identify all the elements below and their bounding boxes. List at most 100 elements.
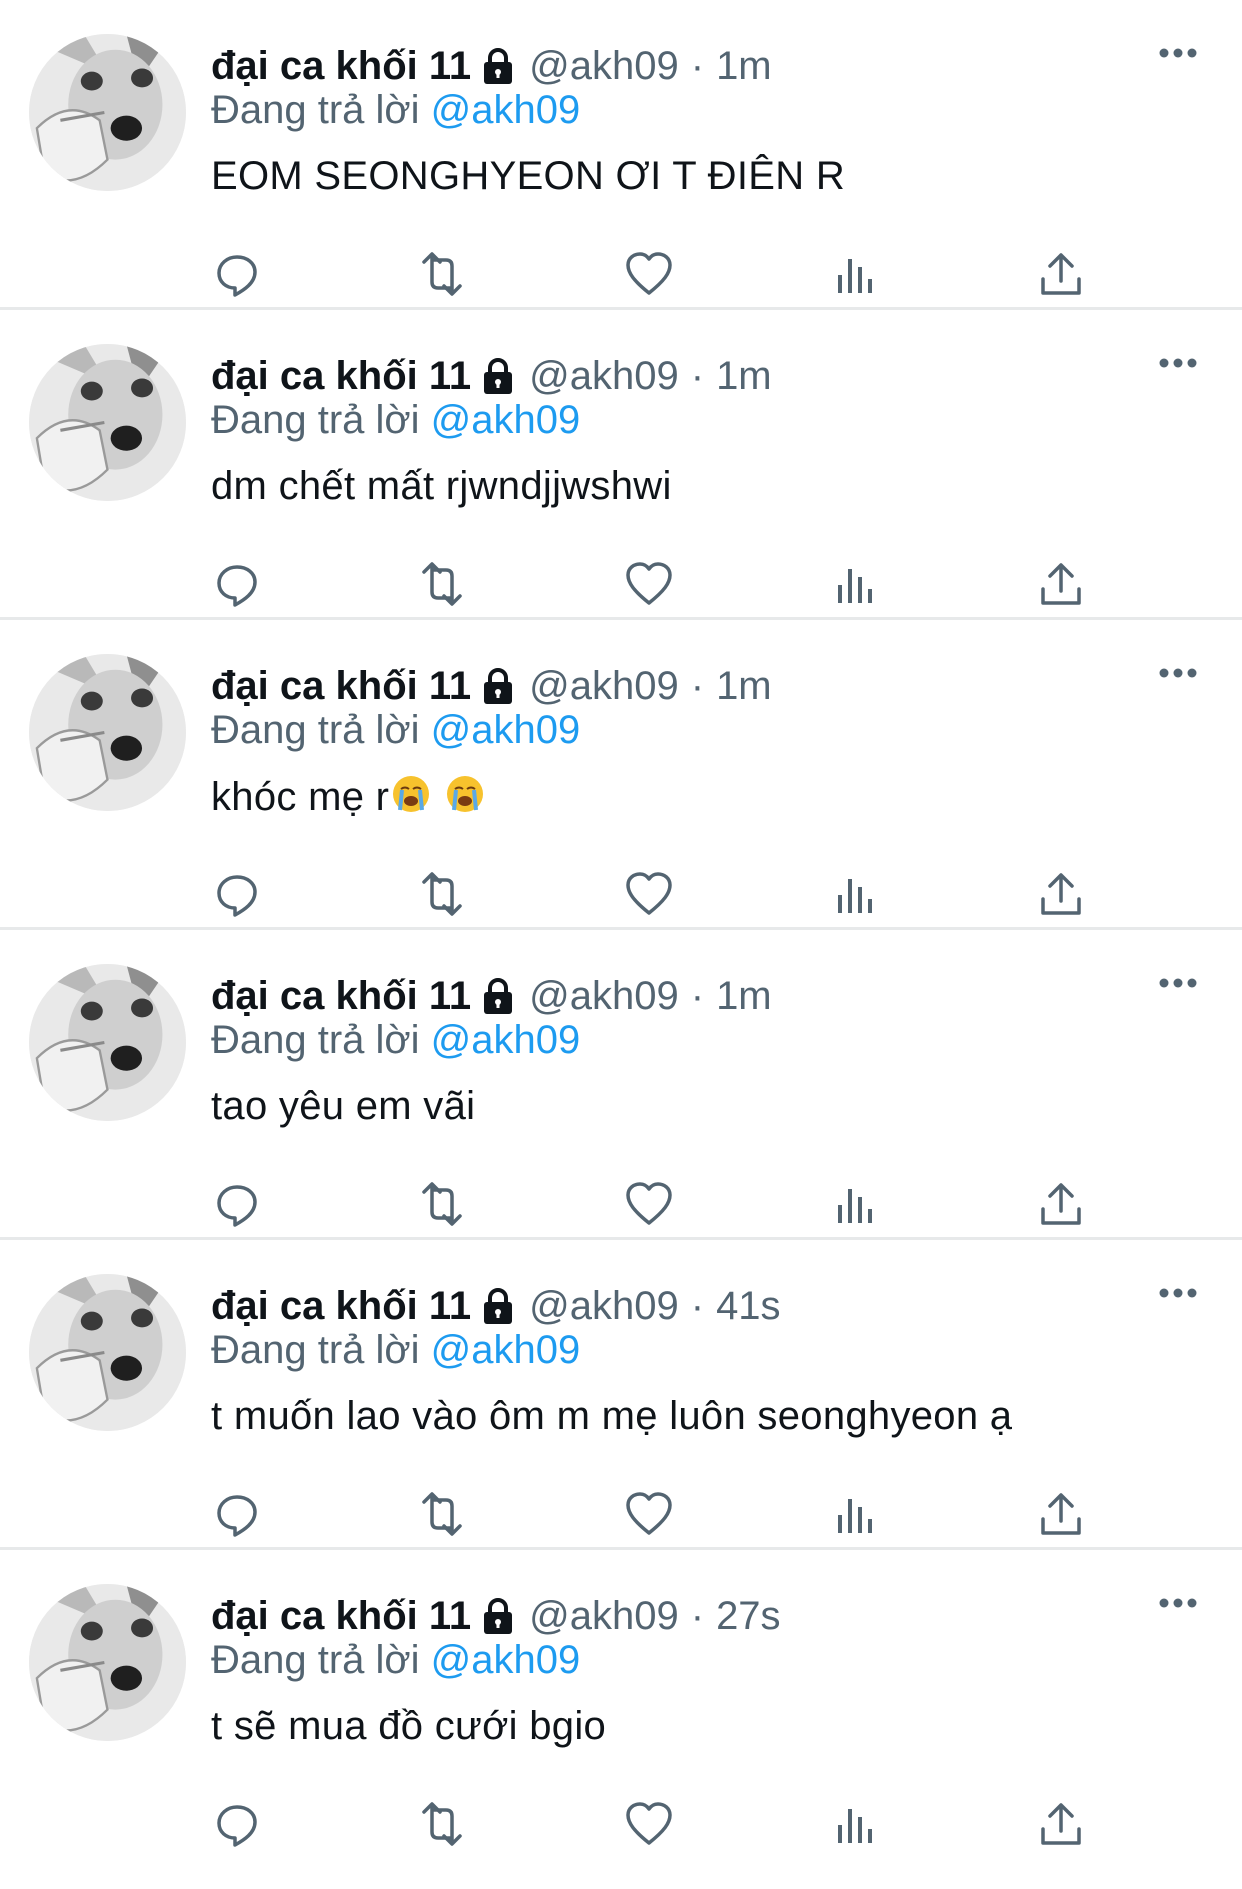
heart-icon[interactable] bbox=[621, 556, 677, 612]
timestamp[interactable]: 1m bbox=[716, 664, 772, 709]
handle[interactable]: @akh09 bbox=[529, 974, 679, 1019]
reply-icon[interactable] bbox=[209, 556, 265, 612]
share-icon[interactable] bbox=[1033, 1176, 1089, 1232]
timestamp[interactable]: 1m bbox=[716, 354, 772, 399]
loudly-crying-face-icon bbox=[445, 774, 485, 824]
tweet-text: tao yêu em vãi bbox=[211, 1084, 476, 1128]
timestamp[interactable]: 41s bbox=[716, 1284, 781, 1329]
reply-icon[interactable] bbox=[209, 1486, 265, 1542]
reply-prefix: Đang trả lời bbox=[211, 708, 420, 752]
reply-prefix: Đang trả lời bbox=[211, 398, 420, 442]
timestamp[interactable]: 27s bbox=[716, 1594, 781, 1639]
retweet-icon[interactable] bbox=[414, 246, 470, 302]
avatar[interactable] bbox=[29, 654, 186, 811]
more-horizontal-icon[interactable] bbox=[1158, 356, 1198, 374]
reply-prefix: Đang trả lời bbox=[211, 1328, 420, 1372]
reply-mention-link[interactable]: @akh09 bbox=[431, 1328, 581, 1372]
timeline: đại ca khối 11 @akh09 · 1m Đang trả lời … bbox=[0, 0, 1242, 1870]
tweet-actions bbox=[0, 866, 1242, 926]
tweet[interactable]: đại ca khối 11 @akh09 · 27s Đang trả lời… bbox=[0, 1550, 1242, 1870]
reply-prefix: Đang trả lời bbox=[211, 1018, 420, 1062]
lock-icon bbox=[481, 47, 515, 85]
share-icon[interactable] bbox=[1033, 1486, 1089, 1542]
reply-icon[interactable] bbox=[209, 1176, 265, 1232]
separator-dot: · bbox=[690, 43, 705, 88]
views-icon[interactable] bbox=[828, 246, 884, 302]
handle[interactable]: @akh09 bbox=[529, 1284, 679, 1329]
handle[interactable]: @akh09 bbox=[529, 664, 679, 709]
tweet[interactable]: đại ca khối 11 @akh09 · 1m Đang trả lời … bbox=[0, 620, 1242, 930]
heart-icon[interactable] bbox=[621, 1176, 677, 1232]
handle[interactable]: @akh09 bbox=[529, 1594, 679, 1639]
display-name[interactable]: đại ca khối 11 bbox=[211, 44, 471, 89]
display-name[interactable]: đại ca khối 11 bbox=[211, 1594, 471, 1639]
reply-context: Đang trả lời @akh09 bbox=[211, 1638, 580, 1683]
views-icon[interactable] bbox=[828, 1486, 884, 1542]
tweet[interactable]: đại ca khối 11 @akh09 · 1m Đang trả lời … bbox=[0, 930, 1242, 1240]
more-horizontal-icon[interactable] bbox=[1158, 1596, 1198, 1614]
tweet-text-content: khóc mẹ r bbox=[211, 775, 390, 819]
avatar[interactable] bbox=[29, 344, 186, 501]
reply-mention-link[interactable]: @akh09 bbox=[431, 88, 581, 132]
tweet-text: EOM SEONGHYEON ƠI T ĐIÊN R bbox=[211, 154, 846, 198]
loudly-crying-face-icon bbox=[391, 774, 431, 824]
reply-context: Đang trả lời @akh09 bbox=[211, 398, 580, 443]
reply-icon[interactable] bbox=[209, 246, 265, 302]
views-icon[interactable] bbox=[828, 1176, 884, 1232]
views-icon[interactable] bbox=[828, 1796, 884, 1852]
tweet[interactable]: đại ca khối 11 @akh09 · 1m Đang trả lời … bbox=[0, 310, 1242, 620]
avatar[interactable] bbox=[29, 964, 186, 1121]
heart-icon[interactable] bbox=[621, 246, 677, 302]
retweet-icon[interactable] bbox=[414, 556, 470, 612]
reply-icon[interactable] bbox=[209, 866, 265, 922]
lock-icon bbox=[481, 667, 515, 705]
reply-mention-link[interactable]: @akh09 bbox=[431, 1638, 581, 1682]
retweet-icon[interactable] bbox=[414, 1796, 470, 1852]
separator-dot: · bbox=[690, 973, 705, 1018]
avatar[interactable] bbox=[29, 1274, 186, 1431]
views-icon[interactable] bbox=[828, 556, 884, 612]
share-icon[interactable] bbox=[1033, 556, 1089, 612]
retweet-icon[interactable] bbox=[414, 866, 470, 922]
lock-icon bbox=[481, 1287, 515, 1325]
handle[interactable]: @akh09 bbox=[529, 44, 679, 89]
tweet-text: t sẽ mua đồ cưới bgio bbox=[211, 1704, 607, 1748]
reply-context: Đang trả lời @akh09 bbox=[211, 708, 580, 753]
tweet[interactable]: đại ca khối 11 @akh09 · 1m Đang trả lời … bbox=[0, 0, 1242, 310]
separator-dot: · bbox=[690, 1593, 705, 1638]
timestamp[interactable]: 1m bbox=[716, 44, 772, 89]
tweet-actions bbox=[0, 1176, 1242, 1236]
share-icon[interactable] bbox=[1033, 866, 1089, 922]
display-name[interactable]: đại ca khối 11 bbox=[211, 354, 471, 399]
display-name[interactable]: đại ca khối 11 bbox=[211, 1284, 471, 1329]
separator-dot: · bbox=[690, 663, 705, 708]
share-icon[interactable] bbox=[1033, 1796, 1089, 1852]
more-horizontal-icon[interactable] bbox=[1158, 46, 1198, 64]
tweet-actions bbox=[0, 1486, 1242, 1546]
more-horizontal-icon[interactable] bbox=[1158, 976, 1198, 994]
reply-mention-link[interactable]: @akh09 bbox=[431, 398, 581, 442]
heart-icon[interactable] bbox=[621, 1796, 677, 1852]
lock-icon bbox=[481, 357, 515, 395]
timestamp[interactable]: 1m bbox=[716, 974, 772, 1019]
more-horizontal-icon[interactable] bbox=[1158, 1286, 1198, 1304]
tweet-actions bbox=[0, 1796, 1242, 1856]
tweet[interactable]: đại ca khối 11 @akh09 · 41s Đang trả lời… bbox=[0, 1240, 1242, 1550]
retweet-icon[interactable] bbox=[414, 1176, 470, 1232]
heart-icon[interactable] bbox=[621, 1486, 677, 1542]
reply-mention-link[interactable]: @akh09 bbox=[431, 1018, 581, 1062]
display-name[interactable]: đại ca khối 11 bbox=[211, 974, 471, 1019]
heart-icon[interactable] bbox=[621, 866, 677, 922]
reply-mention-link[interactable]: @akh09 bbox=[431, 708, 581, 752]
display-name[interactable]: đại ca khối 11 bbox=[211, 664, 471, 709]
share-icon[interactable] bbox=[1033, 246, 1089, 302]
avatar[interactable] bbox=[29, 1584, 186, 1741]
reply-icon[interactable] bbox=[209, 1796, 265, 1852]
tweet-text: t muốn lao vào ôm m mẹ luôn seonghyeon ạ bbox=[211, 1394, 1013, 1438]
avatar[interactable] bbox=[29, 34, 186, 191]
handle[interactable]: @akh09 bbox=[529, 354, 679, 399]
more-horizontal-icon[interactable] bbox=[1158, 666, 1198, 684]
views-icon[interactable] bbox=[828, 866, 884, 922]
retweet-icon[interactable] bbox=[414, 1486, 470, 1542]
separator-dot: · bbox=[690, 1283, 705, 1328]
